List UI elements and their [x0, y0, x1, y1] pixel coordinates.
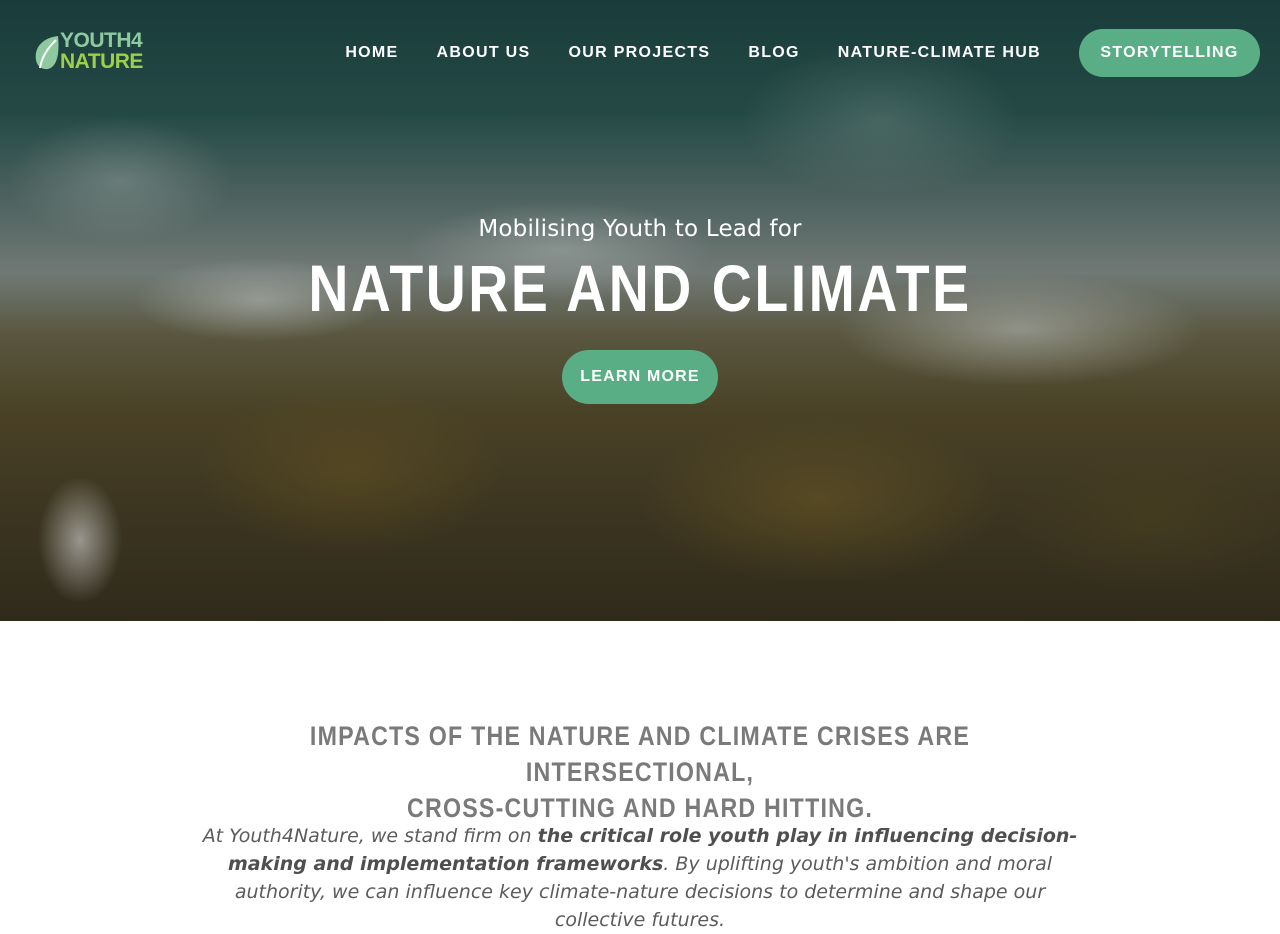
intro-heading: IMPACTS OF THE NATURE AND CLIMATE CRISES…: [210, 718, 1070, 826]
logo-text-nature: NATURE: [60, 50, 143, 73]
hero-title: NATURE AND CLIMATE: [308, 251, 972, 325]
leaf-icon: [35, 36, 59, 70]
nav-item-nature-climate-hub[interactable]: NATURE-CLIMATE HUB: [838, 44, 1041, 62]
logo-text-youth4: YOUTH4: [60, 29, 143, 52]
intro-paragraph: At Youth4Nature, we stand firm on the cr…: [200, 822, 1080, 934]
nav-item-about-us[interactable]: ABOUT US: [437, 44, 531, 62]
hero-banner: YOUTH4 NATURE HOME ABOUT US OUR PROJECTS…: [0, 0, 1280, 621]
hero-subtitle: Mobilising Youth to Lead for: [478, 216, 802, 242]
storytelling-button[interactable]: STORYTELLING: [1079, 29, 1260, 77]
site-logo[interactable]: YOUTH4 NATURE: [32, 28, 152, 76]
nav-item-our-projects[interactable]: OUR PROJECTS: [569, 44, 711, 62]
intro-heading-line-2: CROSS-CUTTING AND HARD HITTING.: [406, 793, 874, 823]
learn-more-button[interactable]: LEARN MORE: [562, 350, 718, 404]
intro-heading-line-1: IMPACTS OF THE NATURE AND CLIMATE CRISES…: [309, 721, 971, 787]
nav-item-blog[interactable]: BLOG: [748, 44, 799, 62]
main-navigation: HOME ABOUT US OUR PROJECTS BLOG NATURE-C…: [345, 29, 1260, 77]
nav-item-home[interactable]: HOME: [345, 44, 398, 62]
intro-text-part-1: At Youth4Nature, we stand firm on: [202, 825, 538, 847]
